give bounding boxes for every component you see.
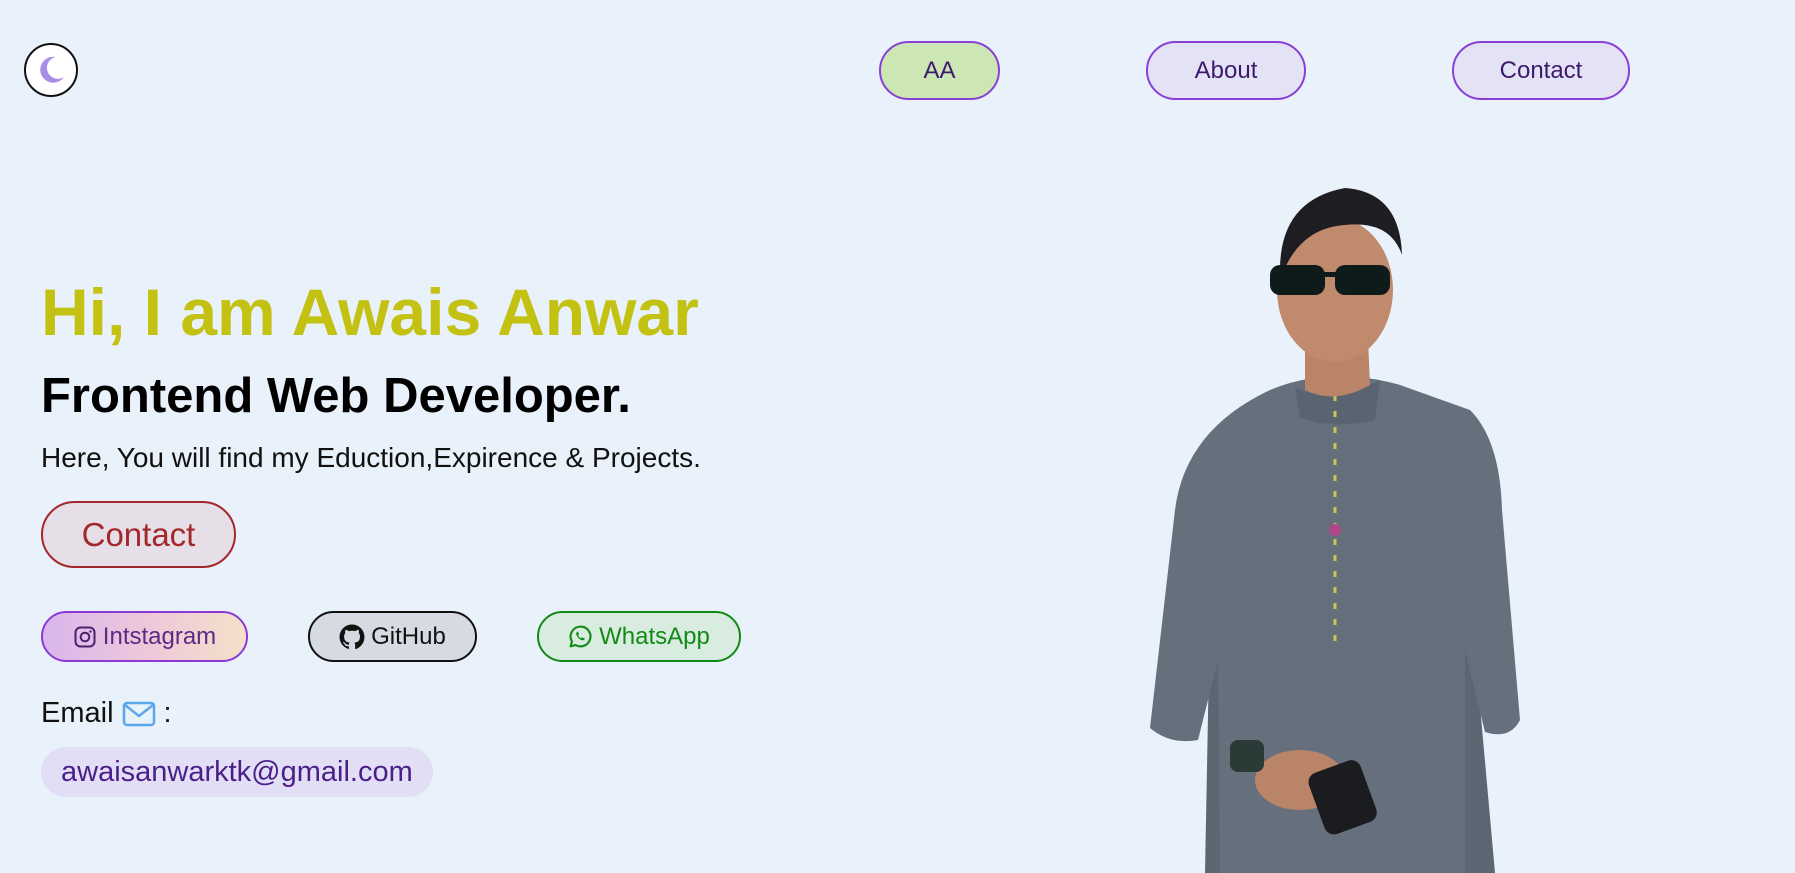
whatsapp-label: WhatsApp bbox=[599, 622, 710, 650]
moon-icon bbox=[40, 56, 64, 83]
hero-description: Here, You will find my Eduction,Expirenc… bbox=[41, 442, 701, 473]
whatsapp-button[interactable]: WhatsApp bbox=[537, 611, 741, 662]
email-address[interactable]: awaisanwarktk@gmail.com bbox=[41, 747, 433, 797]
nav-contact-button[interactable]: Contact bbox=[1452, 41, 1630, 100]
nav-home-button[interactable]: AA bbox=[879, 41, 1000, 100]
hero-subtitle: Frontend Web Developer. bbox=[41, 369, 631, 423]
instagram-button[interactable]: Intstagram bbox=[41, 611, 248, 662]
nav-about-button[interactable]: About bbox=[1146, 41, 1306, 100]
hero-contact-button[interactable]: Contact bbox=[41, 501, 236, 568]
email-label-row: Email : bbox=[41, 697, 172, 730]
github-label: GitHub bbox=[371, 622, 446, 650]
profile-portrait-image bbox=[1150, 188, 1520, 873]
github-button[interactable]: GitHub bbox=[308, 611, 477, 662]
hero-title: Hi, I am Awais Anwar bbox=[41, 275, 699, 349]
instagram-icon bbox=[74, 626, 96, 647]
github-icon bbox=[339, 624, 365, 649]
email-label: Email bbox=[41, 697, 114, 729]
instagram-label: Intstagram bbox=[102, 622, 217, 650]
whatsapp-icon bbox=[569, 625, 592, 648]
email-separator: : bbox=[163, 697, 172, 729]
theme-toggle-button[interactable] bbox=[24, 43, 78, 97]
envelope-icon bbox=[122, 701, 155, 726]
